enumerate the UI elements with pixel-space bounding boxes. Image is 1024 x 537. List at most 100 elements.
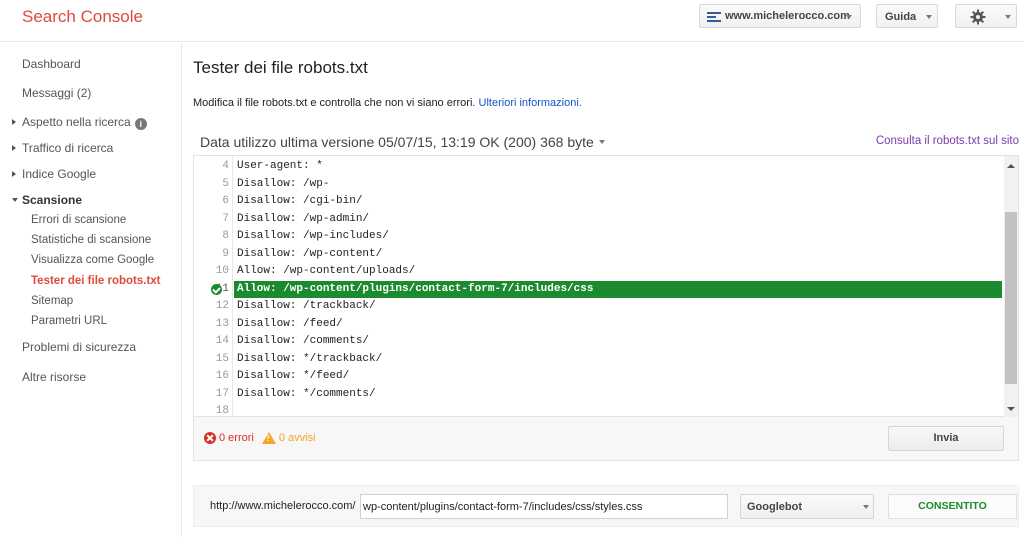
help-button-label: Guida	[885, 11, 917, 23]
test-url-input[interactable]: wp-content/plugins/contact-form-7/includ…	[360, 494, 728, 519]
editor-line[interactable]: 15 Disallow: */trackback/	[194, 351, 1002, 369]
collapse-arrow-icon[interactable]	[12, 198, 18, 202]
editor-line[interactable]: 9 Disallow: /wp-content/	[194, 246, 1002, 264]
chevron-down-icon	[863, 505, 869, 509]
expand-arrow-icon[interactable]	[12, 119, 16, 125]
chevron-down-icon	[598, 140, 605, 144]
chevron-down-icon	[926, 15, 932, 19]
error-count[interactable]: 0 errori	[219, 432, 254, 444]
editor-line[interactable]: 17 Disallow: */comments/	[194, 386, 1002, 404]
sidebar-subitem-fetch-as-google[interactable]: Visualizza come Google	[31, 254, 154, 266]
sidebar-item-label: Aspetto nella ricerca	[22, 115, 131, 129]
sidebar-item-crawl[interactable]: Scansione	[22, 193, 82, 207]
line-number: 10	[215, 265, 229, 277]
line-code: Disallow: */trackback/	[237, 352, 383, 365]
line-code: Disallow: /wp-includes/	[237, 230, 389, 242]
warning-icon: !	[261, 432, 276, 444]
page-description: Modifica il file robots.txt e controlla …	[193, 97, 582, 109]
submit-button[interactable]: Invia	[888, 426, 1004, 451]
sidebar-subitem-url-parameters[interactable]: Parametri URL	[31, 315, 107, 327]
editor-line[interactable]: 18	[194, 403, 1002, 417]
chevron-down-icon	[846, 15, 852, 19]
line-code: Disallow: /trackback/	[237, 300, 376, 312]
line-number: 14	[215, 335, 229, 347]
gear-icon	[970, 9, 986, 25]
line-code: Disallow: /wp-	[237, 177, 330, 190]
error-icon	[204, 432, 216, 444]
chevron-down-icon	[1005, 15, 1011, 19]
line-code: Disallow: /comments/	[237, 335, 370, 347]
editor-scrollbar[interactable]	[1004, 156, 1018, 417]
view-live-robots-link[interactable]: Consulta il robots.txt sul sito	[876, 135, 1019, 147]
line-code: Disallow: /cgi-bin/	[237, 195, 363, 207]
robots-editor[interactable]: 4 User-agent: * 5 Disallow: /wp- 6 Disallow: …	[194, 156, 1018, 417]
site-favicon-icon	[707, 11, 721, 22]
page-title: Tester dei file robots.txt	[193, 58, 368, 77]
allowed-check-icon	[211, 283, 222, 295]
sidebar-item-google-index[interactable]: Indice Google	[22, 167, 96, 181]
validation-status: 0 errori ! 0 avvisi	[204, 432, 316, 444]
line-number: 12	[215, 300, 229, 312]
line-code: Disallow: /wp-admin/	[237, 212, 370, 225]
line-number: 15	[215, 352, 229, 365]
editor-line[interactable]: 6 Disallow: /cgi-bin/	[194, 193, 1002, 211]
sidebar-item-messages[interactable]: Messaggi (2)	[22, 86, 91, 100]
line-number: 5	[222, 177, 229, 190]
description-text: Modifica il file robots.txt e controlla …	[193, 97, 476, 109]
editor-line[interactable]: 4 User-agent: *	[194, 158, 1002, 176]
sidebar: Dashboard Messaggi (2) Aspetto nella ric…	[0, 43, 182, 537]
line-code: Allow: /wp-content/plugins/contact-form-…	[234, 280, 1002, 298]
editor-line[interactable]: 11 Allow: /wp-content/plugins/contact-for…	[194, 280, 1002, 298]
editor-line[interactable]: 14 Disallow: /comments/	[194, 333, 1002, 351]
sidebar-item-dashboard[interactable]: Dashboard	[22, 57, 81, 71]
app-logo[interactable]: Search Console	[22, 7, 143, 27]
info-icon[interactable]: i	[134, 118, 147, 130]
line-number: 13	[215, 317, 229, 330]
editor-line[interactable]: 12 Disallow: /trackback/	[194, 298, 1002, 316]
sidebar-item-security[interactable]: Problemi di sicurezza	[22, 340, 136, 354]
line-code: Disallow: /feed/	[237, 317, 343, 330]
warning-count[interactable]: 0 avvisi	[279, 432, 316, 444]
settings-button[interactable]	[955, 4, 1017, 28]
line-code: User-agent: *	[237, 160, 323, 172]
line-number: 8	[222, 230, 229, 242]
scroll-down-icon[interactable]	[1007, 407, 1015, 411]
help-button[interactable]: Guida	[876, 4, 938, 28]
line-code: Disallow: */feed/	[237, 370, 350, 382]
line-number: 9	[222, 247, 229, 260]
sidebar-item-other-resources[interactable]: Altre risorse	[22, 370, 86, 384]
site-selector-label: www.michelerocco.com	[725, 10, 850, 22]
site-selector[interactable]: www.michelerocco.com	[699, 4, 861, 28]
expand-arrow-icon[interactable]	[12, 145, 16, 151]
line-number: 7	[222, 212, 229, 225]
version-label: Data utilizzo ultima versione 05/07/15, …	[200, 134, 594, 150]
line-number: 17	[215, 387, 229, 400]
sidebar-subitem-sitemaps[interactable]: Sitemap	[31, 295, 73, 307]
editor-line[interactable]: 5 Disallow: /wp-	[194, 176, 1002, 194]
more-info-link[interactable]: Ulteriori informazioni.	[479, 97, 582, 109]
line-code: Disallow: */comments/	[237, 387, 376, 400]
user-agent-label: Googlebot	[747, 501, 802, 513]
sidebar-subitem-crawl-stats[interactable]: Statistiche di scansione	[31, 234, 151, 246]
editor-line[interactable]: 16 Disallow: */feed/	[194, 368, 1002, 386]
editor-line[interactable]: 8 Disallow: /wp-includes/	[194, 228, 1002, 246]
scrollbar-thumb[interactable]	[1005, 212, 1017, 384]
line-number: 6	[222, 195, 229, 207]
editor-line[interactable]: 10 Allow: /wp-content/uploads/	[194, 263, 1002, 281]
line-number: 4	[222, 160, 229, 172]
line-number: 18	[215, 405, 229, 417]
sidebar-item-search-traffic[interactable]: Traffico di ricerca	[22, 141, 113, 155]
expand-arrow-icon[interactable]	[12, 171, 16, 177]
editor-line[interactable]: 13 Disallow: /feed/	[194, 316, 1002, 334]
sidebar-item-search-appearance[interactable]: Aspetto nella ricerca i	[22, 115, 147, 130]
version-selector[interactable]: Data utilizzo ultima versione 05/07/15, …	[200, 134, 605, 150]
editor-line[interactable]: 7 Disallow: /wp-admin/	[194, 211, 1002, 229]
line-code: Allow: /wp-content/uploads/	[237, 265, 416, 277]
scroll-up-icon[interactable]	[1007, 164, 1015, 168]
sidebar-subitem-crawl-errors[interactable]: Errori di scansione	[31, 214, 126, 226]
user-agent-select[interactable]: Googlebot	[740, 494, 874, 519]
sidebar-subitem-robots-tester[interactable]: Tester dei file robots.txt	[31, 275, 161, 287]
line-number: 16	[215, 370, 229, 382]
line-code: Disallow: /wp-content/	[237, 247, 383, 260]
test-result-status: CONSENTITO	[888, 494, 1017, 519]
